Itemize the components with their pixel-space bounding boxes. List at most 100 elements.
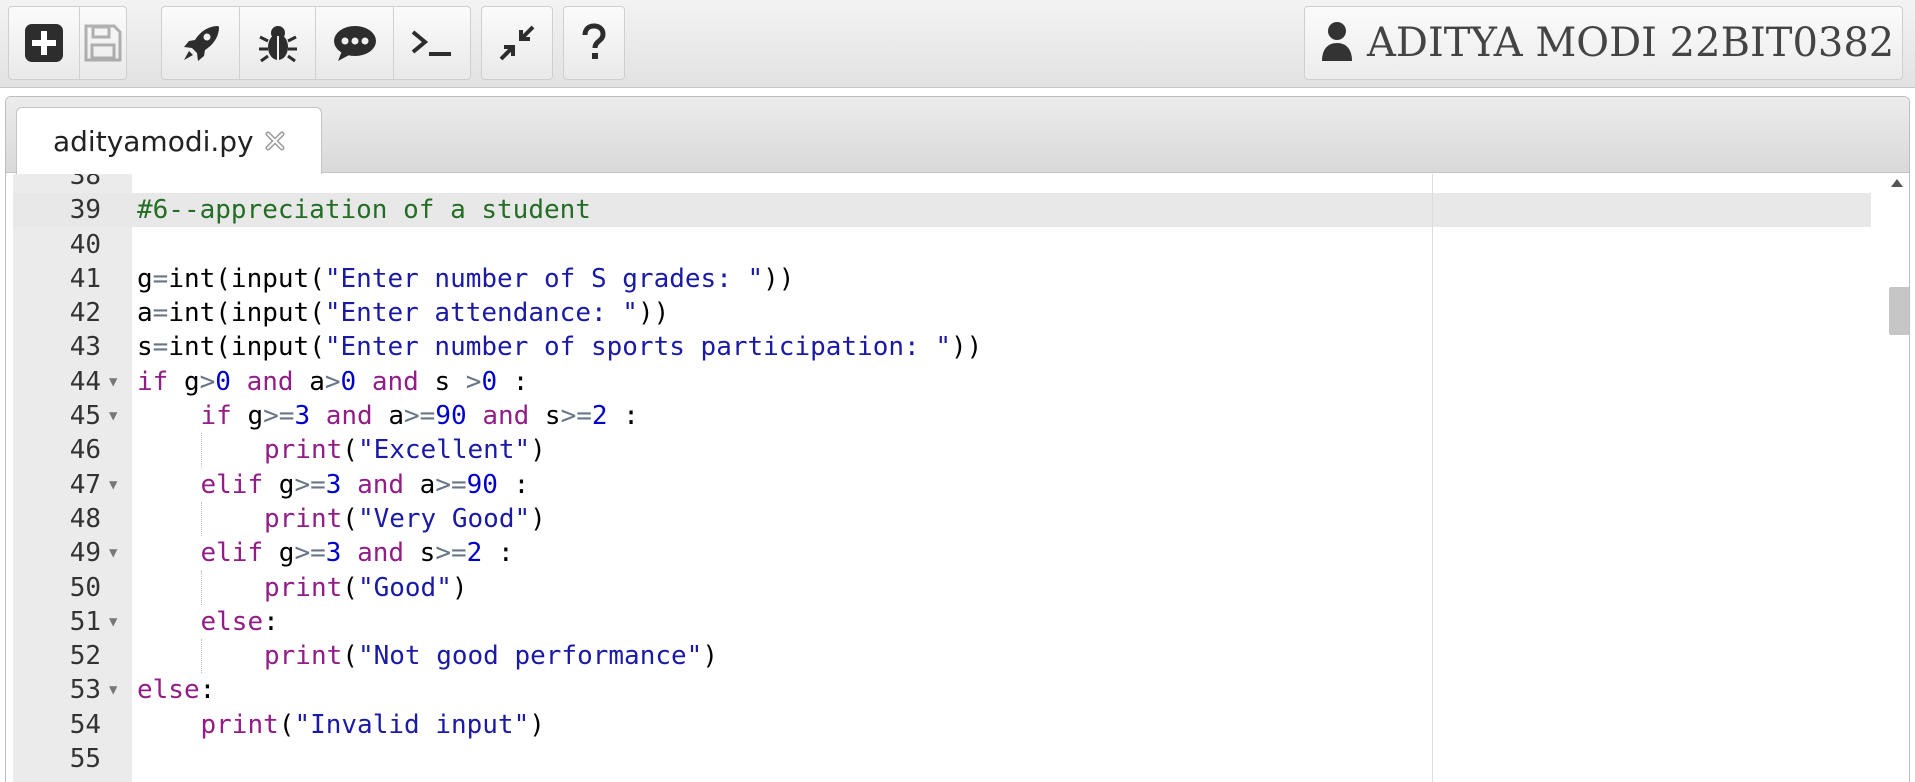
code-token: ) <box>451 572 468 603</box>
code-token: int(input( <box>168 298 325 329</box>
line-number: 42 <box>69 298 101 329</box>
code-token: : <box>497 469 530 500</box>
code-line[interactable]: 54 print("Invalid input") <box>6 708 1909 742</box>
code-line[interactable]: 40 <box>6 228 1909 262</box>
code-line[interactable]: 51 ▼ else: <box>6 605 1909 639</box>
code-token: s <box>137 332 153 363</box>
code-line[interactable]: 47 ▼ elif g>=3 and a>=90 : <box>6 468 1909 502</box>
code-token: 0 <box>215 366 231 397</box>
code-line[interactable]: 53 ▼ else: <box>6 673 1909 707</box>
code-line[interactable]: 48 print("Very Good") <box>6 501 1909 537</box>
code-token: and <box>246 366 294 397</box>
code-token: >= <box>435 469 467 500</box>
code-line[interactable]: 49 ▼ elif g>=3 and s>=2 : <box>6 536 1909 570</box>
new-file-button[interactable] <box>9 7 80 79</box>
code-token: "Enter number of S grades: " <box>324 263 764 294</box>
code-token: ( <box>342 572 358 603</box>
code-token: ) <box>702 641 718 672</box>
code-token: "Invalid input" <box>294 709 530 740</box>
code-token: and <box>482 401 530 432</box>
vertical-scrollbar[interactable] <box>1871 174 1909 782</box>
user-name: ADITYA MODI 22BIT0382 <box>1367 20 1895 66</box>
code-token: 2 <box>591 401 608 432</box>
code-line[interactable]: 44 ▼ if g>0 and a>0 and s >0 : <box>6 365 1909 399</box>
code-token: "Enter number of sports participation: " <box>324 332 951 363</box>
tab-adityamodi-py[interactable]: adityamodi.py <box>16 107 322 174</box>
code-token: #6--appreciation of a student <box>137 195 591 226</box>
code-text: elif g>=3 and s>=2 : <box>201 536 514 570</box>
code-line[interactable]: 43 s=int(input("Enter number of sports pa… <box>6 330 1909 364</box>
code-token: : <box>482 538 514 569</box>
fold-arrow-icon[interactable]: ▼ <box>109 365 117 399</box>
code-token: 0 <box>481 366 498 397</box>
line-number: 49 <box>69 538 101 569</box>
code-text: else: <box>137 673 215 707</box>
code-token: >= <box>294 538 326 569</box>
code-token: and <box>371 366 419 397</box>
line-number: 47 <box>69 469 101 500</box>
help-button[interactable] <box>564 7 624 79</box>
code-line[interactable]: 52 print("Not good performance") <box>6 639 1909 674</box>
code-token: g <box>168 366 200 397</box>
compress-arrows-icon <box>497 23 537 63</box>
code-token: 2 <box>466 538 483 569</box>
code-token: elif <box>200 469 264 500</box>
code-token: 3 <box>325 469 342 500</box>
fold-arrow-icon[interactable]: ▼ <box>109 673 117 707</box>
terminal-button[interactable] <box>394 7 470 79</box>
debug-button[interactable] <box>240 7 316 79</box>
code-token: >= <box>294 469 326 500</box>
code-token: ( <box>342 435 358 466</box>
save-button[interactable] <box>80 7 126 79</box>
code-line[interactable]: 45 ▼ if g>=3 and a>=90 and s>=2 : <box>6 399 1909 433</box>
code-line[interactable]: 41 g=int(input("Enter number of S grades:… <box>6 262 1909 296</box>
code-token: 0 <box>340 366 357 397</box>
line-number: 52 <box>69 641 101 672</box>
line-number: 40 <box>69 229 101 260</box>
code-token: and <box>325 401 373 432</box>
collapse-button[interactable] <box>482 7 552 79</box>
code-line[interactable]: 46 print("Excellent") <box>6 433 1909 468</box>
code-token: 3 <box>325 538 342 569</box>
code-text: print("Very Good") <box>264 502 546 536</box>
code-token: )) <box>951 332 983 363</box>
scroll-up-arrow-icon[interactable] <box>1891 179 1903 187</box>
code-token: : <box>263 606 279 637</box>
code-token: "Excellent" <box>357 435 531 466</box>
tab-bar: adityamodi.py <box>6 97 1909 174</box>
run-button[interactable] <box>162 7 240 79</box>
line-number: 39 <box>69 195 101 226</box>
code-line[interactable]: 42 a=int(input("Enter attendance: ")) <box>6 296 1909 330</box>
code-token: a <box>372 401 405 432</box>
code-token: >= <box>404 401 436 432</box>
code-token: a <box>404 469 436 500</box>
fold-arrow-icon[interactable]: ▼ <box>109 536 117 570</box>
close-x-icon[interactable] <box>264 130 286 152</box>
floppy-disk-icon <box>83 23 123 63</box>
fold-arrow-icon[interactable]: ▼ <box>109 399 117 433</box>
code-token: > <box>324 366 341 397</box>
user-badge: ADITYA MODI 22BIT0382 <box>1304 6 1903 80</box>
toolbar: ADITYA MODI 22BIT0382 <box>0 0 1915 88</box>
fold-arrow-icon[interactable]: ▼ <box>109 468 117 502</box>
code-line[interactable]: 38 <box>6 174 1909 193</box>
chat-button[interactable] <box>316 7 394 79</box>
question-mark-icon <box>580 23 608 63</box>
code-line[interactable]: 55 <box>6 742 1909 776</box>
code-text: a=int(input("Enter attendance: ")) <box>137 296 669 330</box>
code-token: a <box>293 366 325 397</box>
scroll-thumb[interactable] <box>1889 287 1909 335</box>
code-token: s <box>404 538 436 569</box>
code-line[interactable]: 39 #6--appreciation of a student <box>6 193 1909 227</box>
code-line[interactable]: 50 print("Good") <box>6 570 1909 605</box>
code-token: else <box>137 675 200 706</box>
fold-arrow-icon[interactable]: ▼ <box>109 605 117 639</box>
code-token: : <box>199 675 216 706</box>
code-token: else <box>200 606 264 637</box>
code-editor[interactable]: 38 39 #6--appreciation of a student 40 41 g=i… <box>6 174 1909 782</box>
